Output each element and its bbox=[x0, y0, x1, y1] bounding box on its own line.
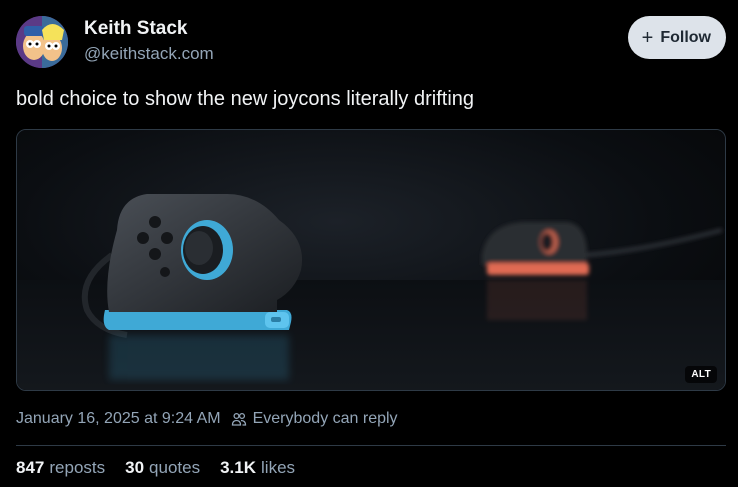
reposts-stat[interactable]: 847 reposts bbox=[16, 458, 105, 478]
reposts-count: 847 bbox=[16, 458, 45, 477]
joycon-photo bbox=[17, 130, 725, 390]
post-meta: January 16, 2025 at 9:24 AM Everybody ca… bbox=[16, 410, 398, 428]
post-header: Keith Stack @keithstack.com + Follow bbox=[16, 14, 726, 70]
reposts-label: reposts bbox=[49, 458, 106, 477]
author-display-name[interactable]: Keith Stack bbox=[84, 18, 187, 40]
likes-stat[interactable]: 3.1K likes bbox=[220, 458, 295, 478]
quotes-count: 30 bbox=[125, 458, 145, 477]
plus-icon: + bbox=[641, 26, 654, 49]
reply-setting[interactable]: Everybody can reply bbox=[253, 410, 398, 428]
quotes-stat[interactable]: 30 quotes bbox=[125, 458, 200, 478]
follow-button[interactable]: + Follow bbox=[627, 16, 726, 59]
post-media-image[interactable]: ALT bbox=[16, 129, 726, 391]
quotes-label: quotes bbox=[149, 458, 201, 477]
post-timestamp[interactable]: January 16, 2025 at 9:24 AM bbox=[16, 410, 221, 428]
likes-count: 3.1K bbox=[220, 458, 257, 477]
author-handle[interactable]: @keithstack.com bbox=[84, 44, 214, 64]
post-stats: 847 reposts 30 quotes 3.1K likes bbox=[16, 458, 295, 478]
likes-label: likes bbox=[261, 458, 296, 477]
alt-text-badge[interactable]: ALT bbox=[685, 366, 717, 383]
follow-label: Follow bbox=[660, 28, 711, 46]
cartoon-avatar-icon[interactable] bbox=[16, 16, 68, 68]
post-text: bold choice to show the new joycons lite… bbox=[16, 88, 475, 110]
people-icon bbox=[231, 411, 247, 427]
divider bbox=[16, 445, 726, 446]
